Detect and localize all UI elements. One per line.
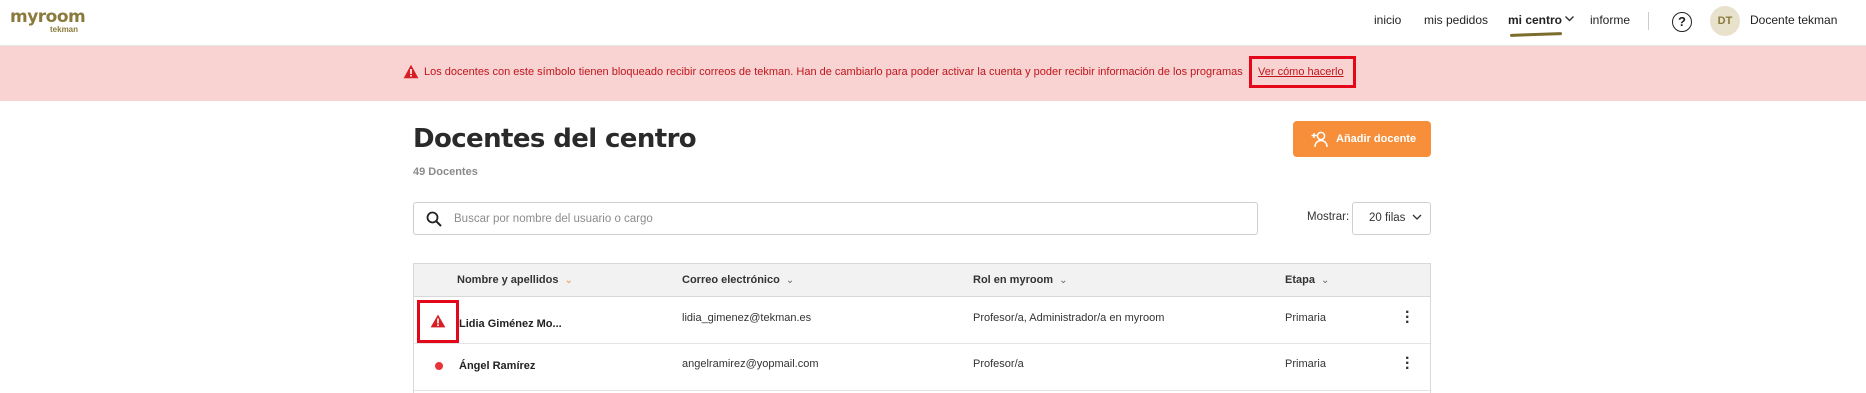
column-header-role-label: Rol en myroom [973,274,1054,286]
table-row[interactable]: Ángel Ramírez angelramirez@yopmail.com P… [414,345,1430,391]
more-options-icon[interactable]: · · · [1405,305,1411,331]
teacher-email: lidia_gimenez@tekman.es [682,312,812,324]
column-header-email-label: Correo electrónico [682,274,780,286]
chevron-down-icon: ⌄ [1059,275,1068,286]
teacher-role: Profesor/a [973,358,1024,370]
logo-brand: myroom [10,7,86,27]
avatar[interactable]: DT [1710,6,1740,36]
sort-chevron-icon: ⌄ [564,275,573,286]
chevron-down-icon: ⌄ [785,275,795,286]
chevron-down-icon [1412,212,1422,225]
teacher-name[interactable]: Lidia Giménez Mo... [459,318,562,330]
how-to-link[interactable]: Ver cómo hacerlo [1258,66,1344,78]
column-header-name[interactable]: Nombre y apellidos ⌄ [457,274,573,286]
add-teacher-button[interactable]: Añadir docente [1293,121,1431,157]
search-icon [426,211,442,227]
teacher-stage: Primaria [1285,358,1326,370]
teacher-email: angelramirez@yopmail.com [682,358,819,370]
top-navbar: myroom tekman inicio mis pedidos mi cent… [0,0,1866,46]
logo-sub: tekman [50,25,79,34]
column-header-email[interactable]: Correo electrónico ⌄ [682,274,794,286]
nav-link-mi-centro[interactable]: mi centro [1508,13,1562,27]
table-row[interactable]: Lidia Giménez Mo... lidia_gimenez@tekman… [414,298,1430,344]
rows-per-page-value: 20 filas [1369,212,1406,224]
status-dot-icon [435,362,443,370]
teacher-name[interactable]: Ángel Ramírez [459,360,535,372]
table-header: Nombre y apellidos ⌄ Correo electrónico ⌄ … [414,264,1430,297]
column-header-name-label: Nombre y apellidos [457,274,559,286]
chevron-down-icon[interactable] [1564,13,1575,27]
column-header-role[interactable]: Rol en myroom ⌄ [973,274,1067,286]
alert-message: Los docentes con este símbolo tienen blo… [424,66,1243,78]
rows-label: Mostrar: [1307,211,1350,223]
nav-divider [1648,12,1649,30]
help-icon[interactable]: ? [1672,12,1692,32]
myroom-logo[interactable]: myroom tekman [10,7,86,35]
blocked-email-alert: Los docentes con este símbolo tienen blo… [0,46,1866,101]
add-teacher-label: Añadir docente [1336,133,1417,145]
warning-icon[interactable] [430,314,446,328]
nav-link-inicio[interactable]: inicio [1374,13,1401,27]
user-name[interactable]: Docente tekman [1750,13,1837,27]
search-input[interactable] [454,209,1244,229]
add-user-icon [1311,131,1328,148]
active-nav-underline [1509,32,1563,37]
nav-link-mis-pedidos[interactable]: mis pedidos [1424,13,1488,27]
teacher-count: 49 Docentes [413,166,478,178]
more-options-icon[interactable]: · · · [1405,351,1411,377]
nav-link-informe[interactable]: informe [1590,13,1630,27]
teacher-stage: Primaria [1285,312,1326,324]
rows-per-page-select[interactable]: 20 filas [1352,202,1431,235]
teacher-role: Profesor/a, Administrador/a en myroom [973,312,1165,324]
column-header-stage-label: Etapa [1285,274,1315,286]
warning-icon [403,64,419,79]
search-field[interactable] [413,202,1258,235]
chevron-down-icon: ⌄ [1320,275,1330,286]
teachers-table: Nombre y apellidos ⌄ Correo electrónico ⌄ … [413,263,1431,393]
page-title: Docentes del centro [413,124,697,154]
column-header-stage[interactable]: Etapa ⌄ [1285,274,1329,286]
